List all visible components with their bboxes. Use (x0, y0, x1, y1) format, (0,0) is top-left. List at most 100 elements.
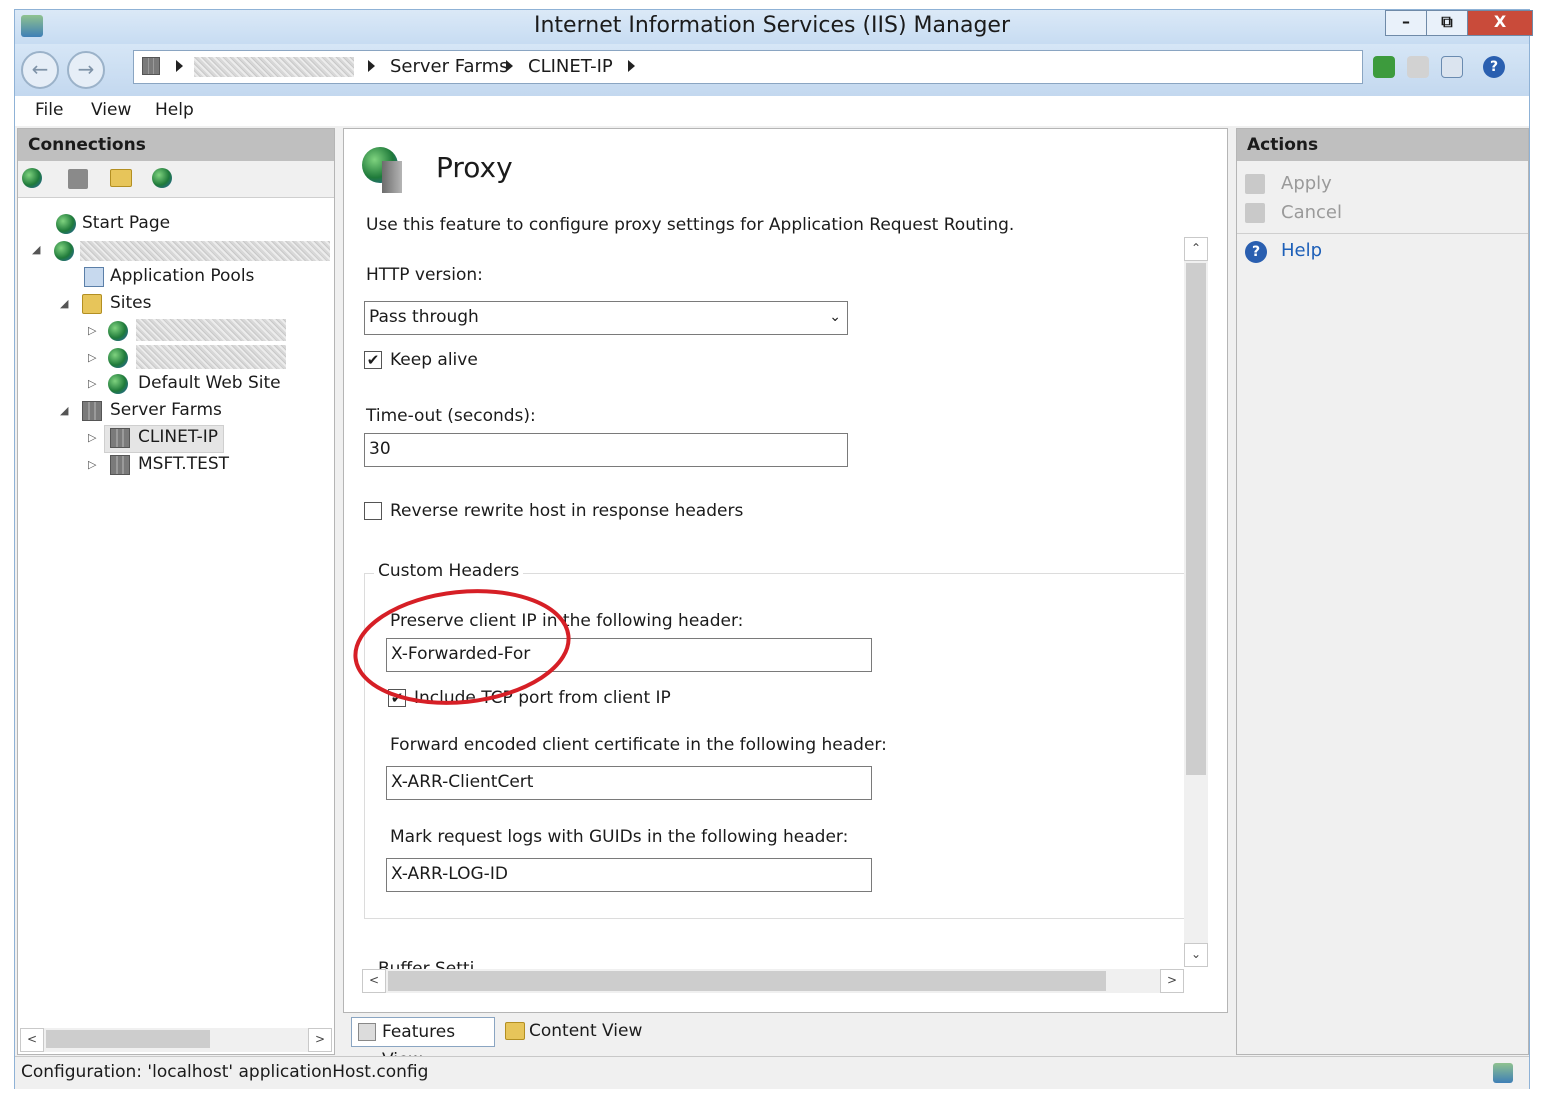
scroll-right-icon[interactable]: > (1160, 969, 1184, 993)
forward-button[interactable]: → (67, 51, 105, 89)
tab-features-view[interactable]: Features View (351, 1017, 495, 1070)
title-bar: Internet Information Services (IIS) Mana… (15, 10, 1533, 44)
tree-application-pools[interactable]: Application Pools (110, 266, 254, 286)
application-pools-icon (84, 267, 104, 287)
menu-view[interactable]: View (91, 100, 131, 120)
home-icon[interactable] (1441, 56, 1463, 78)
vertical-scrollbar[interactable]: ⌃ ⌄ (1184, 237, 1208, 967)
scroll-down-icon[interactable]: ⌄ (1184, 943, 1208, 967)
cancel-action[interactable]: Cancel (1281, 202, 1342, 223)
collapse-icon[interactable]: ◢ (32, 243, 40, 256)
breadcrumb-arrow-icon (368, 60, 375, 72)
scroll-right-icon[interactable]: > (308, 1028, 332, 1052)
disconnect-icon[interactable] (152, 168, 172, 188)
help-icon[interactable]: ? (1483, 56, 1505, 78)
scroll-left-icon[interactable]: < (362, 969, 386, 993)
proxy-feature-panel: Proxy Use this feature to configure prox… (343, 128, 1228, 1013)
menu-bar: File View Help (15, 96, 1529, 126)
reverse-rewrite-checkbox[interactable] (364, 502, 382, 520)
connections-panel: Connections Start Page ◢ Application Poo… (17, 128, 335, 1055)
redacted-server-node[interactable] (80, 241, 330, 261)
actions-panel: Actions Apply Cancel ? Help (1236, 128, 1529, 1055)
apply-icon (1245, 174, 1265, 194)
up-folder-icon[interactable] (110, 169, 132, 187)
close-button[interactable]: X (1467, 10, 1533, 36)
menu-file[interactable]: File (35, 100, 63, 120)
connect-globe-icon[interactable] (22, 168, 42, 188)
server-icon (54, 241, 74, 261)
feature-description: Use this feature to configure proxy sett… (366, 215, 1015, 235)
help-action[interactable]: Help (1281, 240, 1322, 261)
actions-header: Actions (1237, 129, 1528, 161)
guid-label: Mark request logs with GUIDs in the foll… (390, 827, 849, 847)
horizontal-scrollbar[interactable]: < > (362, 969, 1184, 993)
http-version-value: Pass through (369, 307, 479, 327)
expand-icon[interactable]: ▷ (88, 377, 96, 390)
page-title: Proxy (436, 151, 513, 184)
custom-headers-title: Custom Headers (374, 561, 524, 581)
annotation-circle (353, 589, 571, 705)
tree-server-farms[interactable]: Server Farms (110, 400, 222, 420)
buffer-settings-title: Buffer Setti (378, 959, 475, 969)
scroll-thumb[interactable] (46, 1030, 210, 1048)
server-farms-icon (82, 401, 102, 421)
site-globe-icon (108, 374, 128, 394)
server-farm-icon (110, 428, 130, 448)
status-text: Configuration: 'localhost' applicationHo… (21, 1062, 429, 1082)
forward-cert-input[interactable]: X-ARR-ClientCert (386, 766, 872, 800)
expand-icon[interactable]: ▷ (88, 351, 96, 364)
keep-alive-label: Keep alive (390, 350, 478, 370)
tree-start-page[interactable]: Start Page (82, 213, 170, 233)
tab-content-view[interactable]: Content View (499, 1017, 649, 1047)
menu-help[interactable]: Help (155, 100, 194, 120)
start-page-icon (56, 214, 76, 234)
window-title: Internet Information Services (IIS) Mana… (534, 13, 1010, 38)
save-icon[interactable] (68, 169, 88, 189)
site-globe-icon (108, 321, 128, 341)
chevron-down-icon: ⌄ (829, 309, 841, 325)
tree-clinet-ip[interactable]: CLINET-IP (138, 427, 218, 447)
expand-icon[interactable]: ▷ (88, 324, 96, 337)
breadcrumb-arrow-icon (628, 60, 635, 72)
redacted-site[interactable] (136, 345, 286, 369)
back-button[interactable]: ← (21, 51, 59, 89)
connections-header: Connections (18, 129, 334, 161)
settings-scroll-area: HTTP version: Pass through ⌄ ✔ Keep aliv… (344, 239, 1184, 969)
restore-button[interactable]: ⧉ (1426, 10, 1468, 36)
server-farm-icon (142, 57, 160, 75)
tree-msft-test[interactable]: MSFT.TEST (138, 454, 229, 474)
collapse-icon[interactable]: ◢ (60, 404, 68, 417)
breadcrumb-server-farms[interactable]: Server Farms (390, 56, 508, 77)
apply-action[interactable]: Apply (1281, 173, 1332, 194)
sites-folder-icon (82, 294, 102, 314)
connections-hscroll[interactable]: < > (20, 1028, 332, 1052)
stop-icon[interactable] (1407, 56, 1429, 78)
scroll-left-icon[interactable]: < (20, 1028, 44, 1052)
breadcrumb-arrow-icon (506, 60, 513, 72)
keep-alive-checkbox[interactable]: ✔ (364, 351, 382, 369)
breadcrumb[interactable]: Server Farms CLINET-IP (133, 50, 1363, 84)
scroll-up-icon[interactable]: ⌃ (1184, 237, 1208, 261)
tree-sites[interactable]: Sites (110, 293, 152, 313)
redacted-site[interactable] (136, 319, 286, 341)
status-bar: Configuration: 'localhost' applicationHo… (15, 1056, 1529, 1089)
timeout-label: Time-out (seconds): (366, 406, 536, 426)
expand-icon[interactable]: ▷ (88, 431, 96, 444)
redacted-server-name (194, 57, 354, 77)
tree-default-web-site[interactable]: Default Web Site (138, 373, 281, 393)
http-version-select[interactable]: Pass through ⌄ (364, 301, 848, 335)
server-farm-icon (110, 455, 130, 475)
proxy-server-icon (382, 161, 402, 193)
connections-toolbar (18, 161, 334, 198)
breadcrumb-clinet-ip[interactable]: CLINET-IP (528, 56, 613, 77)
refresh-icon[interactable] (1373, 56, 1395, 78)
actions-divider (1237, 233, 1528, 234)
collapse-icon[interactable]: ◢ (60, 297, 68, 310)
expand-icon[interactable]: ▷ (88, 458, 96, 471)
scroll-thumb[interactable] (1186, 263, 1206, 775)
scroll-thumb[interactable] (388, 971, 1106, 991)
timeout-input[interactable]: 30 (364, 433, 848, 467)
guid-input[interactable]: X-ARR-LOG-ID (386, 858, 872, 892)
forward-cert-label: Forward encoded client certificate in th… (390, 735, 887, 755)
minimize-button[interactable]: – (1385, 10, 1427, 36)
